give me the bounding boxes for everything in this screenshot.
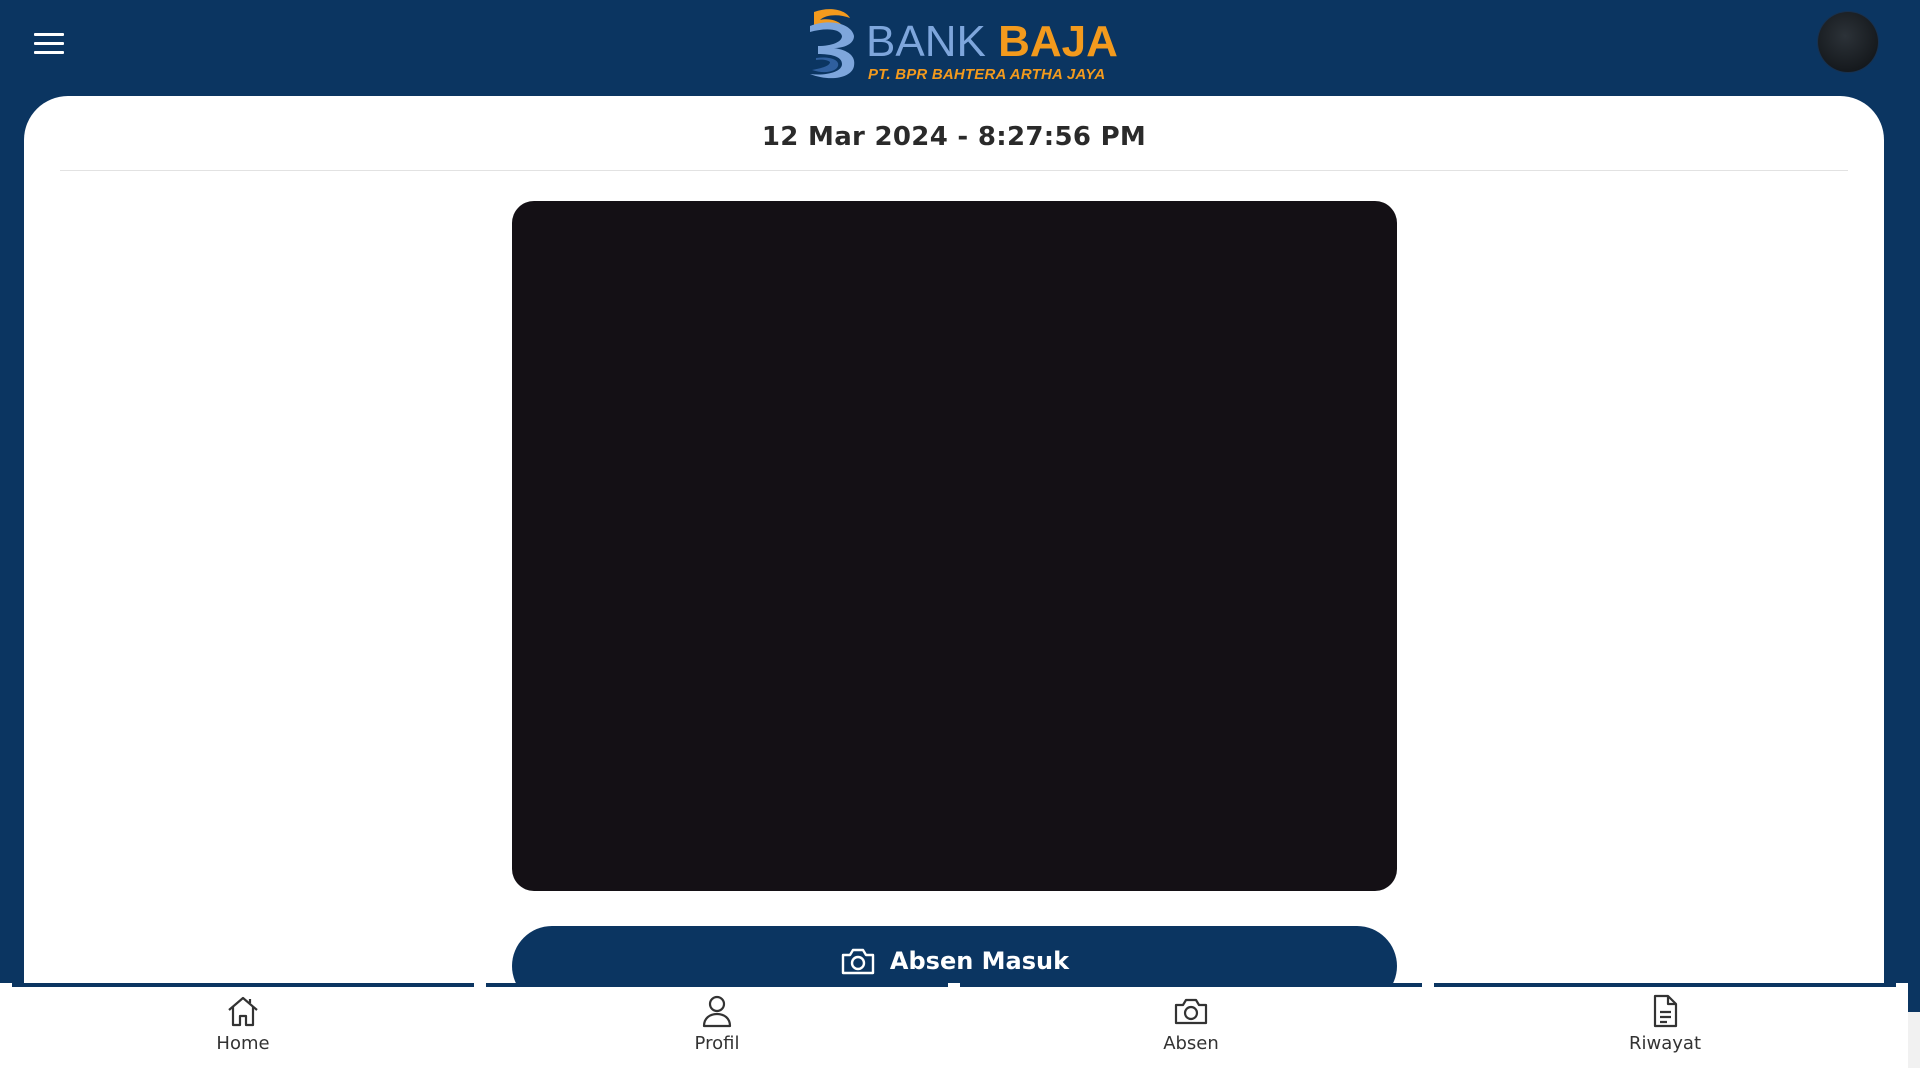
header-divider [60,170,1848,171]
attendance-card: 12 Mar 2024 - 8:27:56 PM Absen Masuk [24,96,1884,1068]
bank-baja-logo[interactable]: BANK BAJA PT. BPR BAHTERA ARTHA JAYA [800,4,1118,84]
camera-preview [512,201,1397,891]
logo-title: BANK BAJA [866,20,1118,64]
bottom-navigation: Home Profil Absen Riwayat [0,983,1908,1068]
logo-word-bank: BANK [866,17,986,66]
nav-label-riwayat: Riwayat [1629,1033,1701,1054]
user-avatar[interactable] [1818,12,1878,72]
hamburger-line [34,41,64,45]
nav-indicator [960,983,1422,987]
nav-item-absen[interactable]: Absen [960,983,1422,1068]
logo-subtitle: PT. BPR BAHTERA ARTHA JAYA [868,66,1106,83]
scrollbar-track-end [1908,1012,1920,1068]
current-datetime: 12 Mar 2024 - 8:27:56 PM [761,122,1147,152]
document-icon [1653,994,1678,1028]
camera-icon [841,948,875,975]
nav-item-riwayat[interactable]: Riwayat [1434,983,1896,1068]
nav-indicator [486,983,948,987]
home-icon [228,996,258,1027]
top-header: BANK BAJA PT. BPR BAHTERA ARTHA JAYA [0,0,1920,96]
nav-item-profil[interactable]: Profil [486,983,948,1068]
nav-item-home[interactable]: Home [12,983,474,1068]
camera-icon [1174,998,1208,1025]
nav-label-profil: Profil [694,1033,740,1054]
nav-label-absen: Absen [1163,1033,1219,1054]
logo-word-baja: BAJA [998,17,1118,66]
logo-mark-icon [810,9,855,79]
hamburger-line [34,50,64,54]
user-icon [702,995,732,1028]
nav-label-home: Home [216,1033,270,1054]
nav-indicator [12,983,474,987]
hamburger-menu-icon [34,32,64,36]
absen-button-label: Absen Masuk [889,947,1070,975]
app-page: BANK BAJA PT. BPR BAHTERA ARTHA JAYA 12 … [0,0,1920,1068]
menu-button[interactable] [30,28,70,58]
nav-indicator [1434,983,1896,987]
scrollbar-thumb[interactable] [1908,0,1920,1012]
